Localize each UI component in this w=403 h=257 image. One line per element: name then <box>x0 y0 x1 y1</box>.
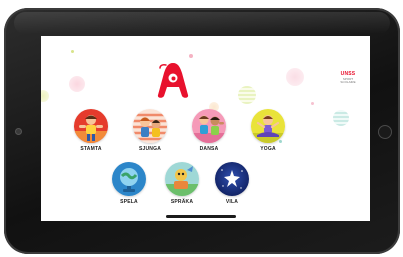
activity-label: STAMTA <box>80 146 102 152</box>
activity-tile-sjunga[interactable]: SJUNGA <box>130 109 170 159</box>
bg-bubble <box>238 86 256 104</box>
bg-bubble <box>286 68 304 86</box>
activity-label: VILA <box>225 199 239 205</box>
activity-label: SPELA <box>120 199 138 205</box>
kids-dancing-icon <box>192 109 226 143</box>
home-button[interactable] <box>378 125 392 139</box>
activity-tile-spraka[interactable]: SPRÄKA <box>162 162 202 212</box>
bg-bubble <box>69 76 85 92</box>
brand-subtitle: SPORT SCOLAIRE <box>340 77 356 84</box>
kid-yoga-icon <box>251 109 285 143</box>
activity-tile-spela[interactable]: SPELA <box>109 162 149 212</box>
bg-bubble <box>41 90 49 102</box>
app-screen: UNSS SPORT SCOLAIRE STAMTA SJUNGA DANSA … <box>41 36 370 221</box>
activity-tile-stamta[interactable]: STAMTA <box>71 109 111 159</box>
bg-dot <box>311 102 314 105</box>
kids-exercising-icon <box>74 109 108 143</box>
kids-singing-icon <box>133 109 167 143</box>
bg-dot <box>71 50 74 53</box>
brand-logo[interactable]: UNSS SPORT SCOLAIRE <box>335 72 361 84</box>
page-scroll-indicator[interactable] <box>166 215 236 218</box>
front-camera <box>15 128 22 135</box>
bg-dot <box>189 54 193 58</box>
activity-label: SPRÄKA <box>170 199 194 205</box>
bg-bubble <box>333 110 349 126</box>
activity-tile-yoga[interactable]: YOGA <box>248 109 288 159</box>
globe-play-icon <box>112 162 146 196</box>
app-logo <box>157 63 189 98</box>
tablet-glare <box>14 12 390 34</box>
activity-tile-dansa[interactable]: DANSA <box>189 109 229 159</box>
activity-label: DANSA <box>199 146 219 152</box>
activity-label: YOGA <box>260 146 276 152</box>
character-reading-icon <box>165 162 199 196</box>
night-sky-star-icon <box>215 162 249 196</box>
activity-label: SJUNGA <box>138 146 162 152</box>
activity-tile-vila[interactable]: VILA <box>212 162 252 212</box>
